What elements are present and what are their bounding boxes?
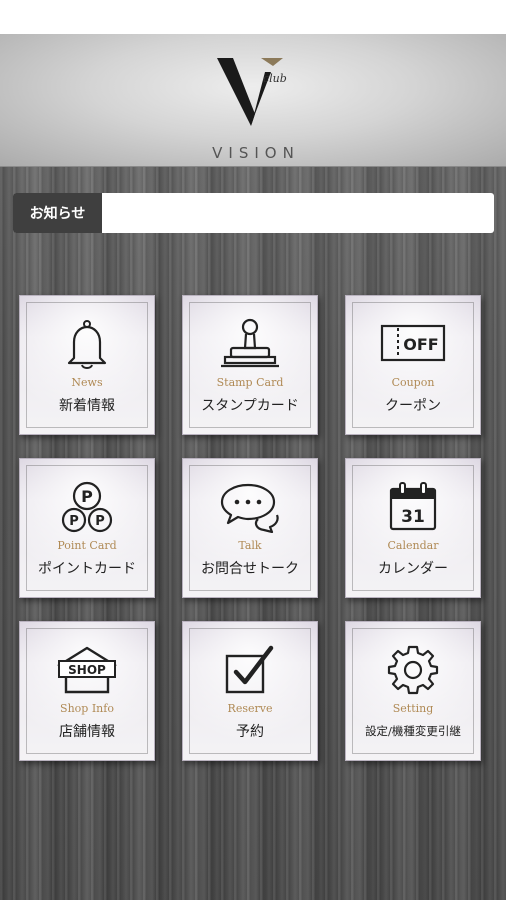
gear-icon — [346, 642, 480, 698]
tile-en-label: Talk — [238, 539, 262, 552]
news-label: お知らせ — [13, 193, 102, 233]
coupon-icon: OFF — [346, 316, 480, 372]
menu-tile-news[interactable]: News 新着情報 — [19, 295, 155, 435]
tile-jp-label: クーポン — [385, 398, 441, 414]
calendar-icon: 31 — [346, 479, 480, 535]
svg-text:31: 31 — [401, 507, 425, 527]
menu-tile-stamp-card[interactable]: Stamp Card スタンプカード — [182, 295, 318, 435]
tile-jp-label: ポイントカード — [38, 561, 136, 577]
tile-en-label: Setting — [392, 702, 434, 715]
news-bar[interactable]: お知らせ — [13, 193, 494, 233]
tile-en-label: Stamp Card — [216, 376, 284, 389]
brand-sub: club — [263, 72, 287, 85]
svg-text:OFF: OFF — [403, 335, 438, 354]
point-card-icon: P P P — [20, 479, 154, 535]
news-ticker[interactable] — [102, 193, 494, 233]
svg-text:P: P — [81, 487, 93, 506]
v-logo-icon: club — [217, 58, 287, 126]
menu-tile-calendar[interactable]: 31 Calendar カレンダー — [345, 458, 481, 598]
svg-text:P: P — [69, 514, 79, 529]
tile-en-label: Reserve — [227, 702, 273, 715]
menu-tile-shop-info[interactable]: SHOP Shop Info 店舗情報 — [19, 621, 155, 761]
chat-bubbles-icon — [183, 479, 317, 535]
menu-tile-point-card[interactable]: P P P Point Card ポイントカード — [19, 458, 155, 598]
tile-en-label: Shop Info — [60, 702, 114, 715]
app-header: club VISION — [0, 34, 506, 167]
menu-tile-setting[interactable]: Setting 設定/機種変更引継 — [345, 621, 481, 761]
brand-name: VISION — [212, 144, 300, 162]
checkbox-icon — [183, 642, 317, 698]
status-bar — [0, 0, 506, 34]
tile-en-label: Calendar — [387, 539, 439, 552]
svg-text:P: P — [95, 514, 105, 529]
tile-jp-label: お問合せトーク — [201, 561, 299, 577]
bell-icon — [20, 316, 154, 372]
tile-jp-label: 新着情報 — [59, 398, 115, 414]
brand-logo: club VISION — [203, 52, 303, 162]
menu-tile-talk[interactable]: Talk お問合せトーク — [182, 458, 318, 598]
tile-jp-label: 店舗情報 — [59, 724, 115, 740]
menu-tile-reserve[interactable]: Reserve 予約 — [182, 621, 318, 761]
tile-en-label: Point Card — [57, 539, 117, 552]
menu-tile-coupon[interactable]: OFF Coupon クーポン — [345, 295, 481, 435]
tile-jp-label: カレンダー — [378, 561, 448, 577]
tile-en-label: Coupon — [391, 376, 435, 389]
tile-jp-label: 設定/機種変更引継 — [365, 724, 461, 738]
shop-icon: SHOP — [20, 642, 154, 698]
stamp-icon — [183, 316, 317, 372]
tile-jp-label: 予約 — [236, 724, 264, 740]
tile-jp-label: スタンプカード — [201, 398, 299, 414]
svg-text:SHOP: SHOP — [68, 663, 106, 677]
tile-en-label: News — [71, 376, 103, 389]
